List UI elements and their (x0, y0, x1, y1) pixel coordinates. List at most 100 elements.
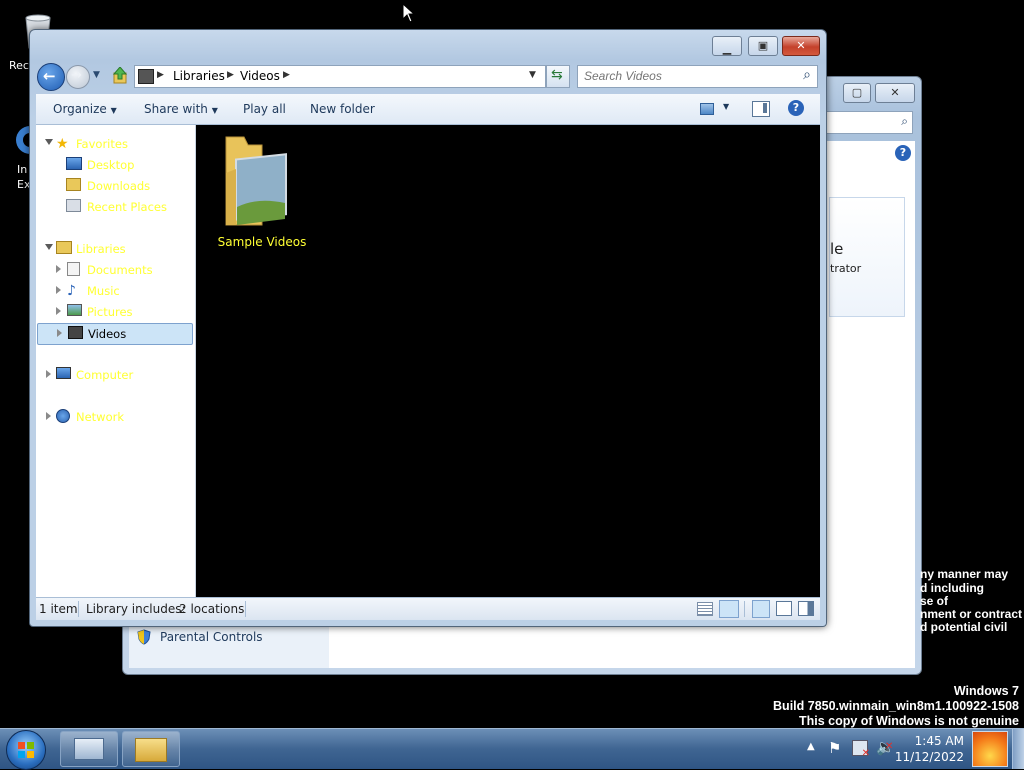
bg-maximize-button[interactable]: ▢ (843, 83, 871, 103)
details-pane-icon[interactable] (776, 601, 792, 616)
nav-computer[interactable]: Computer (36, 365, 195, 385)
windows-logo-icon (18, 742, 34, 758)
nav-network[interactable]: Network (36, 407, 195, 427)
address-bar[interactable]: ▶ Libraries ▶ Videos ▶ ▼ (134, 65, 546, 88)
videos-icon (68, 326, 83, 339)
nav-network-label: Network (76, 410, 125, 424)
build-text: Build 7850.winmain_win8m1.100922-1508 (773, 699, 1019, 713)
nav-documents[interactable]: Documents (36, 260, 195, 280)
videos-library-icon (138, 69, 154, 84)
nav-downloads-label: Downloads (87, 179, 151, 193)
explorer-folder-icon (135, 738, 167, 762)
arrow-right-icon: → (71, 68, 82, 83)
recent-pages-dropdown[interactable]: ▼ (93, 70, 100, 80)
nav-recent-places[interactable]: Recent Places (36, 197, 195, 217)
search-box[interactable]: ⌕ (577, 65, 818, 88)
change-view-button[interactable]: ▼ (698, 101, 734, 117)
breadcrumb-videos[interactable]: Videos (240, 69, 280, 83)
server-manager-icon (74, 738, 104, 760)
recycle-bin-label: Rec (9, 59, 29, 72)
breadcrumb-separator: ▶ (157, 70, 164, 80)
explorer-window[interactable]: ▁ ▣ ✕ ← → ▼ ▶ Libraries ▶ Videos ▶ ▼ ⇆ ⌕… (29, 29, 827, 627)
library-locations-link[interactable]: 2 locations (179, 602, 244, 616)
refresh-icon: ⇆ (551, 67, 563, 83)
status-bar: 1 item Library includes: 2 locations (36, 597, 820, 620)
nav-pictures[interactable]: Pictures (36, 302, 195, 322)
new-folder-button[interactable]: New folder (310, 102, 375, 116)
os-version-text: Windows 7 (953, 684, 1019, 698)
close-button[interactable]: ✕ (782, 36, 820, 56)
nav-music-label: Music (87, 284, 120, 298)
organize-button[interactable]: Organize ▼ (53, 102, 117, 116)
start-button[interactable] (6, 730, 46, 770)
legal-line-4: nment or contract (920, 607, 1023, 621)
nav-videos[interactable]: Videos (37, 323, 193, 345)
help-icon[interactable]: ? (895, 145, 911, 161)
collapse-arrow-icon (56, 265, 61, 273)
nav-desktop[interactable]: Desktop (36, 155, 195, 175)
nav-music[interactable]: ♪ Music (36, 281, 195, 301)
forward-button[interactable]: → (66, 65, 90, 89)
breadcrumb-separator: ▶ (227, 70, 234, 80)
nav-downloads[interactable]: Downloads (36, 176, 195, 196)
collapse-arrow-icon (57, 329, 62, 337)
nav-recent-places-label: Recent Places (87, 200, 167, 214)
collapse-arrow-icon (56, 286, 61, 294)
folder-icon (222, 133, 292, 229)
taskbar-server-manager[interactable] (60, 731, 118, 767)
downloads-folder-icon (66, 178, 81, 191)
network-disconnected-icon[interactable]: ✕ (852, 740, 870, 759)
refresh-button[interactable]: ⇆ (546, 65, 570, 88)
search-icon: ⌕ (901, 114, 908, 128)
legal-line-5: d potential civil (920, 620, 1008, 634)
legal-line-1: ny manner may (920, 567, 1009, 581)
bg-user-panel: le trator (829, 197, 905, 317)
share-with-label: Share with (144, 102, 208, 116)
file-list[interactable]: Sample Videos (196, 125, 820, 597)
details-view-icon[interactable] (697, 602, 713, 616)
command-bar: Organize ▼ Share with ▼ Play all New fol… (36, 94, 820, 125)
legal-line-2: d including (920, 581, 984, 595)
collapse-arrow-icon (46, 412, 51, 420)
folder-item[interactable]: Sample Videos (212, 131, 312, 251)
show-desktop-button[interactable] (1012, 729, 1024, 769)
preview-pane-icon[interactable] (798, 601, 814, 616)
clock[interactable]: 1:45 AM 11/12/2022 (895, 732, 970, 766)
breadcrumb-separator: ▶ (283, 70, 290, 80)
large-icons-view-icon[interactable] (719, 600, 739, 618)
maximize-button[interactable]: ▣ (748, 36, 778, 56)
taskbar-windows-explorer[interactable] (122, 731, 180, 767)
address-history-dropdown[interactable]: ▼ (529, 70, 536, 80)
up-folder-icon[interactable] (112, 66, 128, 85)
nav-favorites[interactable]: ★ Favorites (36, 134, 195, 154)
chevron-down-icon: ▼ (110, 106, 117, 115)
organize-label: Organize (53, 102, 107, 116)
item-count: 1 item (39, 602, 78, 616)
breadcrumb-libraries[interactable]: Libraries (173, 69, 225, 83)
search-icon[interactable]: ⌕ (803, 67, 811, 83)
bg-search-box[interactable]: ⌕ (823, 111, 913, 134)
folder-label: Sample Videos (217, 235, 307, 249)
chevron-down-icon: ▼ (211, 106, 218, 115)
clock-date: 11/12/2022 (894, 750, 964, 764)
action-center-flag-icon[interactable]: ⚑ (828, 739, 841, 757)
share-with-button[interactable]: Share with ▼ (144, 102, 218, 116)
layout-pane-icon[interactable] (752, 600, 770, 618)
bg-close-button[interactable]: ✕ (875, 83, 915, 103)
mute-x-icon: ✕ (885, 741, 894, 752)
library-includes-label: Library includes: (86, 602, 186, 616)
status-divider (744, 601, 745, 617)
nav-libraries[interactable]: Libraries (36, 239, 195, 259)
play-all-button[interactable]: Play all (243, 102, 286, 116)
arrow-left-icon: ← (43, 67, 56, 85)
minimize-button[interactable]: ▁ (712, 36, 742, 56)
back-button[interactable]: ← (37, 63, 65, 91)
volume-muted-icon[interactable]: 🔈 ✕ (876, 738, 895, 756)
help-button[interactable]: ? (788, 100, 804, 116)
search-input[interactable] (584, 69, 784, 83)
error-x-icon: ✕ (861, 748, 870, 759)
user-picture-icon[interactable] (972, 731, 1008, 767)
view-icon (700, 103, 714, 115)
show-hidden-icons-arrow[interactable]: ▲ (807, 741, 815, 752)
preview-pane-button[interactable] (752, 101, 770, 117)
